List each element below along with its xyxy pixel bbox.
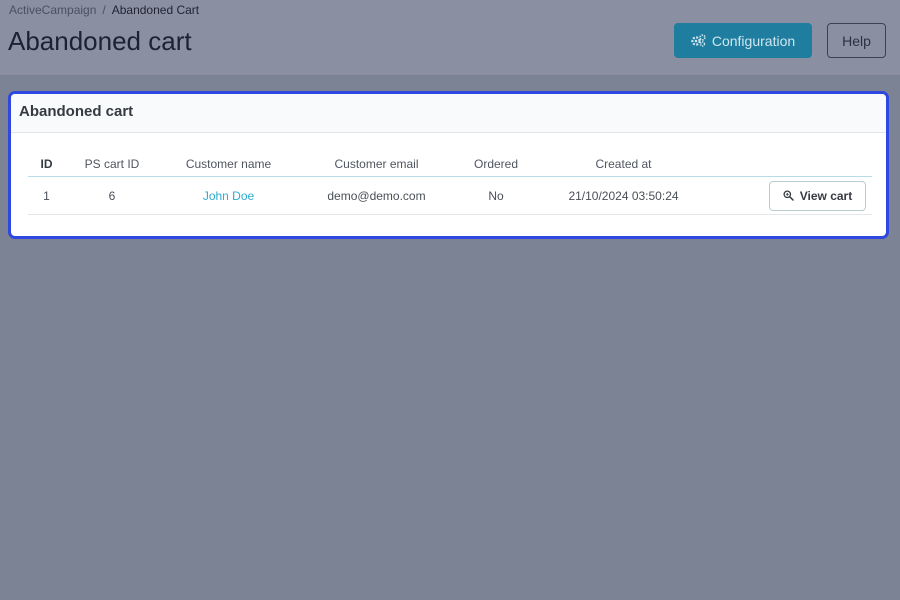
- panel-header: Abandoned cart: [11, 94, 886, 133]
- view-cart-button[interactable]: View cart: [769, 180, 866, 211]
- column-header-customer-email[interactable]: Customer email: [298, 152, 455, 177]
- breadcrumb-separator: /: [102, 3, 106, 17]
- panel-title: Abandoned cart: [19, 103, 134, 120]
- configuration-button[interactable]: Configuration: [674, 23, 812, 58]
- gears-icon: [691, 34, 706, 47]
- page-title: Abandoned cart: [8, 26, 192, 56]
- help-button-label: Help: [842, 32, 871, 49]
- abandoned-cart-panel: Abandoned cart ID PS cart ID Customer na…: [8, 91, 889, 239]
- table-row: 1 6 John Doe demo@demo.com No 21/10/2024…: [28, 176, 872, 215]
- table-header-row: ID PS cart ID Customer name Customer ema…: [28, 152, 872, 177]
- cell-customer-email: demo@demo.com: [298, 176, 455, 215]
- column-header-ps-cart-id[interactable]: PS cart ID: [65, 152, 159, 177]
- column-header-created-at[interactable]: Created at: [537, 152, 710, 177]
- cell-ordered: No: [455, 176, 537, 215]
- page: ActiveCampaign / Abandoned Cart Abandoned …: [0, 0, 900, 600]
- page-header: ActiveCampaign / Abandoned Cart Abandoned …: [0, 0, 900, 76]
- cell-ps-cart-id: 6: [65, 176, 159, 215]
- customer-name-link[interactable]: John Doe: [203, 189, 254, 203]
- cell-id: 1: [28, 176, 65, 215]
- magnifier-icon: [783, 190, 794, 201]
- breadcrumb-root[interactable]: ActiveCampaign: [9, 3, 96, 17]
- column-header-id[interactable]: ID: [28, 152, 65, 177]
- cell-customer-name: John Doe: [159, 176, 298, 215]
- column-header-actions: [710, 152, 872, 177]
- cell-created-at: 21/10/2024 03:50:24: [537, 176, 710, 215]
- column-header-customer-name[interactable]: Customer name: [159, 152, 298, 177]
- abandoned-cart-table: ID PS cart ID Customer name Customer ema…: [28, 152, 872, 215]
- help-button[interactable]: Help: [827, 23, 886, 58]
- cell-actions: View cart: [710, 176, 872, 215]
- breadcrumb-current: Abandoned Cart: [111, 3, 200, 17]
- configuration-button-label: Configuration: [711, 32, 796, 49]
- view-cart-label: View cart: [799, 188, 853, 203]
- column-header-ordered[interactable]: Ordered: [455, 152, 537, 177]
- breadcrumb: ActiveCampaign / Abandoned Cart: [9, 3, 199, 17]
